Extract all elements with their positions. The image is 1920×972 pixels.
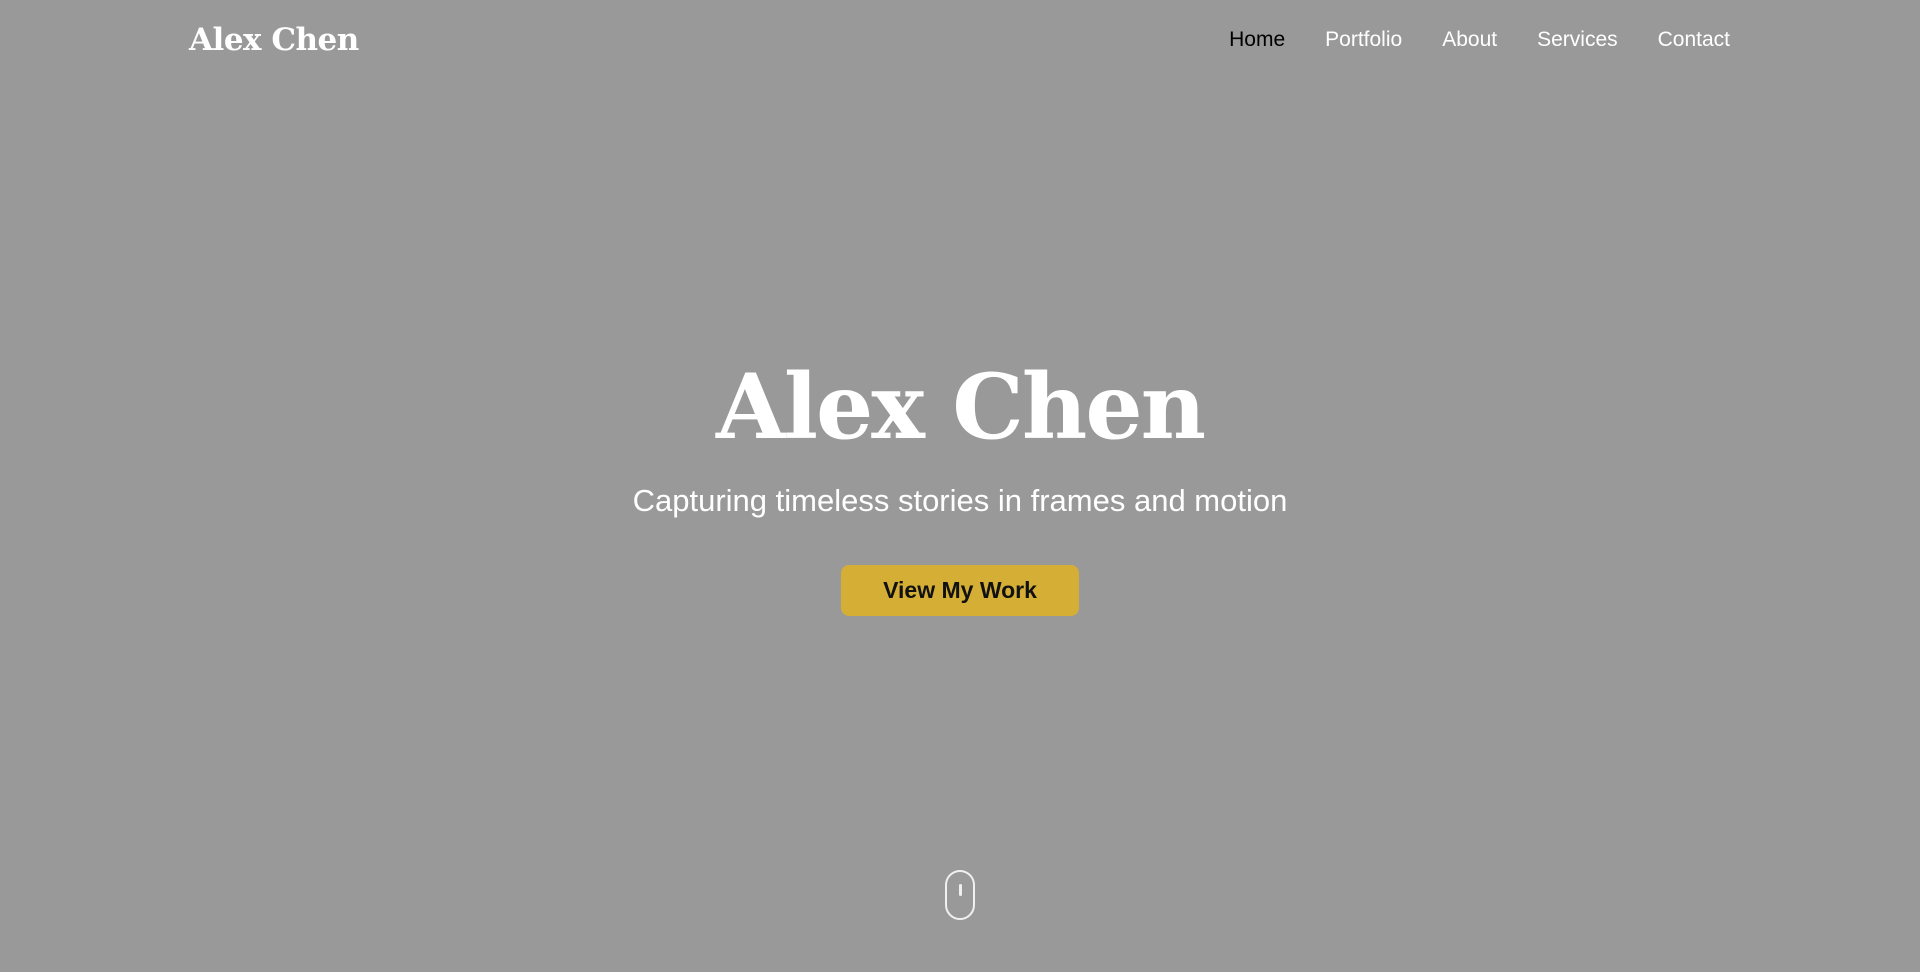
scroll-wheel-indicator xyxy=(959,884,962,896)
nav-item-services[interactable]: Services xyxy=(1537,24,1618,56)
nav-item-portfolio[interactable]: Portfolio xyxy=(1325,24,1402,56)
main-nav: Home Portfolio About Services Contact xyxy=(1229,24,1730,56)
nav-item-about[interactable]: About xyxy=(1442,24,1497,56)
hero-title: Alex Chen xyxy=(715,354,1206,460)
hero-section: Alex Chen Capturing timeless stories in … xyxy=(0,0,1920,972)
mouse-scroll-icon[interactable] xyxy=(945,870,975,920)
site-logo[interactable]: Alex Chen xyxy=(189,18,359,62)
view-my-work-button[interactable]: View My Work xyxy=(841,565,1079,616)
hero-subtitle: Capturing timeless stories in frames and… xyxy=(632,483,1288,518)
site-header: Alex Chen Home Portfolio About Services … xyxy=(0,0,1920,80)
nav-item-contact[interactable]: Contact xyxy=(1658,24,1730,56)
nav-item-home[interactable]: Home xyxy=(1229,24,1285,56)
